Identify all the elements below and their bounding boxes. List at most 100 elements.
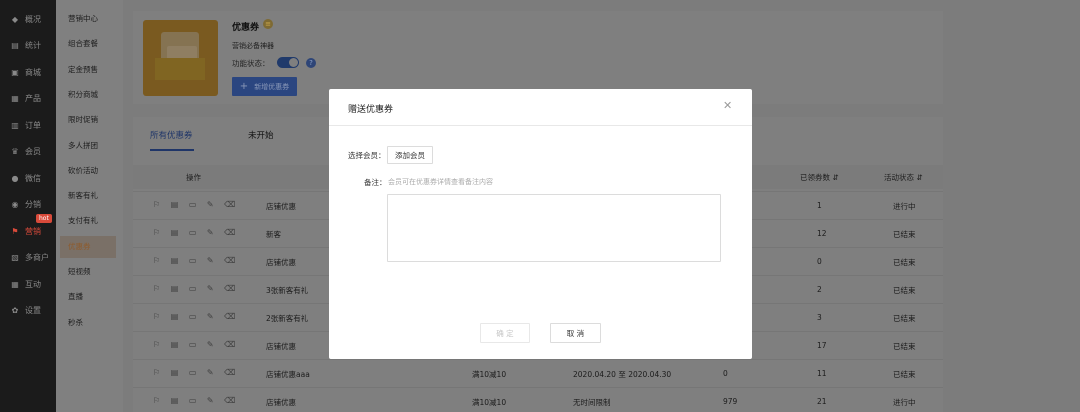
nav-item-label: 微信 [25,173,41,183]
nav-item-4[interactable]: ▥ 订单 [0,112,56,138]
submenu-item-8[interactable]: 支付有礼 [60,210,116,232]
submenu-item-3[interactable]: 积分商城 [60,84,116,106]
gear-icon: ✿ [11,306,19,315]
submenu-item-6[interactable]: 砍价活动 [60,160,116,182]
submenu-item-2[interactable]: 定金预售 [60,59,116,81]
submenu-item-4[interactable]: 限时促销 [60,109,116,131]
row-action-icons[interactable]: ⚐ ▤ ▭ ✎ ⌫ [153,312,239,321]
nav-item-10[interactable]: ▦ 互动 [0,271,56,297]
crown-icon: ♛ [11,147,19,156]
nav-item-8[interactable]: ⚑ 营销 hot [0,214,56,244]
cell-status: 已结束 [893,370,916,379]
cell-status: 进行中 [893,398,916,407]
submenu-item-10[interactable]: 短视频 [60,261,116,283]
submenu-item-5[interactable]: 多人拼团 [60,135,116,157]
wechat-icon: ● [11,173,19,183]
cell-date: 2020.04.20 至 2020.04.30 [573,370,672,379]
help-icon[interactable]: ? [306,58,316,68]
cell-claimed: 17 [817,341,827,350]
cell-name: 3张新客有礼 [266,286,309,295]
cell-date: 无时间限制 [573,398,611,407]
active-tab-indicator [150,149,194,151]
nav-item-1[interactable]: ▤ 统计 [0,33,56,59]
nav-item-label: 统计 [25,41,41,50]
interact-icon: ▦ [11,279,19,289]
header-status[interactable]: 活动状态 ⇵ [884,172,923,183]
submenu-item-7[interactable]: 新客有礼 [60,185,116,207]
cell-used: 0 [723,369,728,378]
cell-status: 已结束 [893,314,916,323]
cell-cond: 满10减10 [472,370,507,379]
cell-used: 979 [723,397,738,406]
add-member-button[interactable]: 添加会员 [387,146,433,164]
grid-icon: ▦ [11,94,19,103]
nav-item-label: 分销 [25,200,41,209]
nav-item-label: 多商户 [25,253,49,262]
header-claimed[interactable]: 已领券数 ⇵ [800,172,839,183]
nav-item-6[interactable]: ● 微信 [0,165,56,191]
row-action-icons[interactable]: ⚐ ▤ ▭ ✎ ⌫ [153,396,239,405]
submenu-item-1[interactable]: 组合套餐 [60,33,116,55]
cancel-button[interactable]: 取 消 [550,323,601,343]
nav-item-0[interactable]: ◆ 概况 [0,6,56,32]
row-action-icons[interactable]: ⚐ ▤ ▭ ✎ ⌫ [153,228,239,237]
new-coupon-button[interactable]: + 新增优惠券 [232,77,297,96]
submenu-item-11[interactable]: 直播 [60,286,116,308]
confirm-button[interactable]: 确 定 [480,323,530,343]
nav-item-3[interactable]: ▦ 产品 [0,86,56,112]
nav-item-9[interactable]: ▧ 多商户 [0,245,56,271]
cell-claimed: 1 [817,201,822,210]
page-subtitle: 营销必备神器 [232,42,274,50]
cell-claimed: 11 [817,369,827,378]
cell-claimed: 2 [817,285,822,294]
row-action-icons[interactable]: ⚐ ▤ ▭ ✎ ⌫ [153,200,239,209]
cell-status: 进行中 [893,202,916,211]
dashboard-icon: ◆ [11,14,19,24]
nav-item-label: 商城 [25,67,41,77]
cell-name: 店铺优惠aaa [266,370,310,379]
page-title: 优惠券 [232,23,260,33]
flag-icon: ⚑ [11,226,19,236]
close-icon[interactable]: ✕ [723,99,732,112]
nav-item-label: 产品 [25,94,41,103]
cell-claimed: 21 [817,397,827,406]
submenu-item-0[interactable]: 营销中心 [60,8,116,30]
hot-badge: hot [36,214,52,223]
row-action-icons[interactable]: ⚐ ▤ ▭ ✎ ⌫ [153,256,239,265]
cell-name: 店铺优惠 [266,398,296,407]
tab-not-started[interactable]: 未开始 [248,129,274,141]
cell-name: 店铺优惠 [266,202,296,211]
nav-item-2[interactable]: ▣ 商城 [0,59,56,85]
new-coupon-label: 新增优惠券 [254,82,290,91]
note-textarea[interactable] [387,194,721,262]
coupon-badge-icon: ≡ [263,19,273,29]
row-action-icons[interactable]: ⚐ ▤ ▭ ✎ ⌫ [153,368,239,377]
header-actions: 操作 [186,173,201,182]
nav-item-5[interactable]: ♛ 会员 [0,139,56,165]
share-icon: ◉ [11,200,19,209]
cell-claimed: 0 [817,257,822,266]
cell-name: 店铺优惠 [266,342,296,351]
coupon-illustration [143,20,218,96]
chart-icon: ▤ [11,41,19,50]
nav-item-label: 设置 [25,306,41,315]
tab-all-coupons[interactable]: 所有优惠券 [150,129,193,141]
feature-status-label: 功能状态： [232,59,270,68]
member-label: 选择会员： [348,151,386,160]
nav-item-11[interactable]: ✿ 设置 [0,298,56,324]
cell-status: 已结束 [893,286,916,295]
cell-name: 店铺优惠 [266,258,296,267]
feature-status-toggle[interactable] [277,57,299,68]
cell-name: 新客 [266,230,281,239]
row-action-icons[interactable]: ⚐ ▤ ▭ ✎ ⌫ [153,284,239,293]
nav-item-label: 互动 [25,279,41,289]
row-action-icons[interactable]: ⚐ ▤ ▭ ✎ ⌫ [153,340,239,349]
submenu-item-9[interactable]: 优惠券 [60,235,116,258]
plus-icon: + [239,81,249,92]
cell-status: 已结束 [893,258,916,267]
nav-item-label: 概况 [25,14,41,24]
order-icon: ▥ [11,120,19,130]
cell-claimed: 12 [817,229,827,238]
cell-status: 已结束 [893,342,916,351]
submenu-item-12[interactable]: 秒杀 [60,312,116,334]
